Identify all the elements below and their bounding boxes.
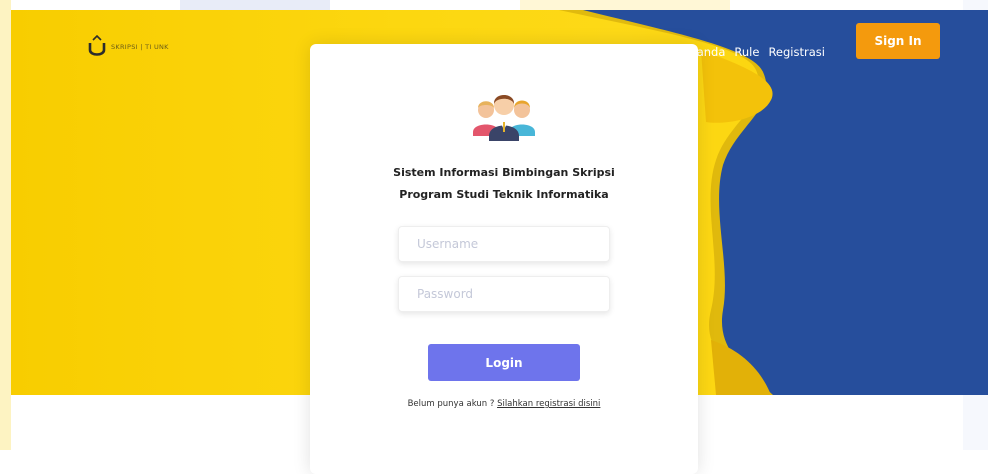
- page-subtitle: Program Studi Teknik Informatika: [399, 188, 609, 201]
- register-prompt-text: Belum punya akun ?: [407, 399, 495, 409]
- top-nav: Beranda Rule Registrasi: [677, 45, 825, 59]
- logo-text: SKRIPSI | TI UNK: [111, 43, 169, 51]
- users-group-icon: [473, 95, 535, 141]
- nav-registrasi[interactable]: Registrasi: [768, 45, 825, 59]
- register-link[interactable]: Silahkan registrasi disini: [497, 399, 600, 409]
- login-button[interactable]: Login: [428, 344, 580, 381]
- sign-in-button[interactable]: Sign In: [856, 23, 940, 59]
- password-input[interactable]: [398, 276, 610, 312]
- page-title: Sistem Informasi Bimbingan Skripsi: [393, 166, 615, 179]
- watermark-strip-left: [0, 0, 11, 450]
- login-card: Sistem Informasi Bimbingan Skripsi Progr…: [310, 44, 698, 474]
- watermark-strip-top: [520, 0, 730, 10]
- logo-icon: [88, 35, 106, 56]
- logo[interactable]: SKRIPSI | TI UNK: [87, 35, 169, 59]
- username-input[interactable]: [398, 226, 610, 262]
- watermark-strip-top: [180, 0, 330, 10]
- register-prompt-line: Belum punya akun ? Silahkan registrasi d…: [310, 399, 698, 409]
- nav-rule[interactable]: Rule: [734, 45, 759, 59]
